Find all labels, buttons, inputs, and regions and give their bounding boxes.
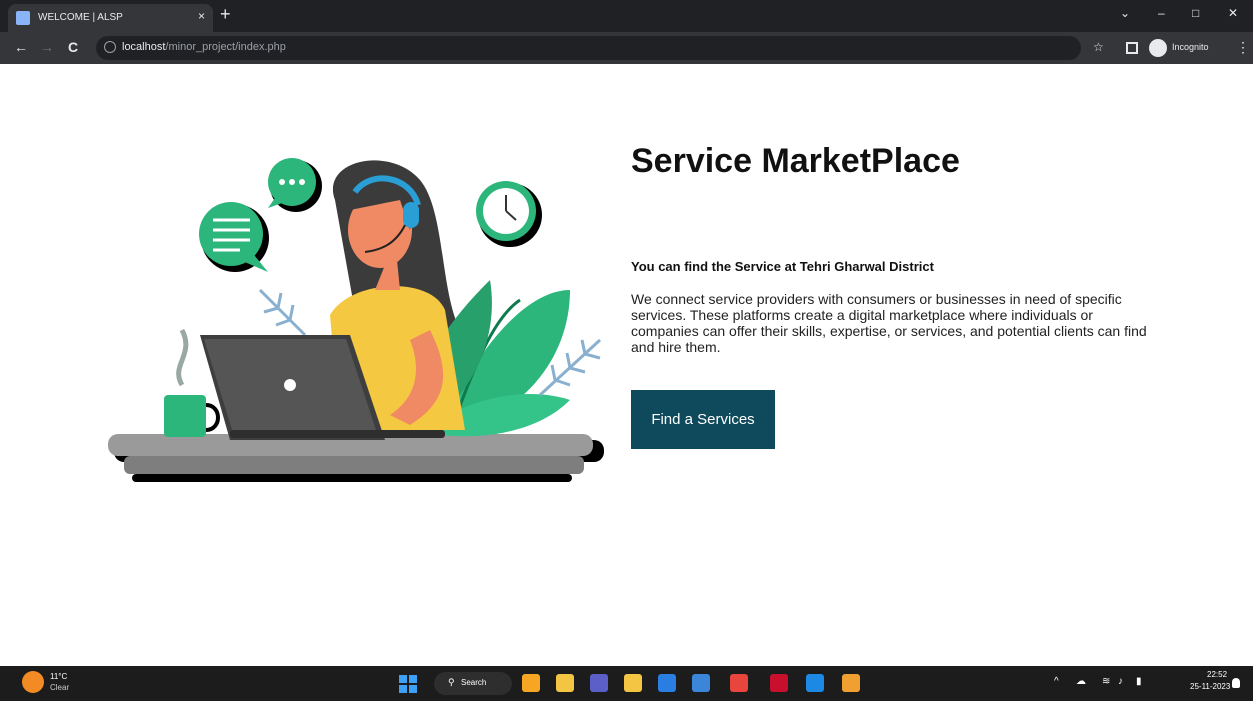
desk-base bbox=[132, 474, 572, 482]
back-button[interactable]: ← bbox=[14, 39, 28, 55]
hero-subtitle: You can find the Service at Tehri Gharwa… bbox=[631, 259, 934, 274]
taskbar-search[interactable]: ⚲ Search bbox=[434, 672, 512, 695]
browser-toolbar: ← → C localhost/minor_project/index.php … bbox=[0, 32, 1253, 64]
weather-condition: Clear bbox=[50, 683, 70, 692]
browser-tab-bar: WELCOME | ALSP × + ⌄ – □ ✕ bbox=[0, 0, 1253, 32]
side-panel-icon[interactable] bbox=[1126, 42, 1138, 54]
os-taskbar: 11°C Clear ⚲ Search ^ ☁ ≋ ♪ ▮ 22:52 25-1… bbox=[0, 666, 1253, 701]
browser-tab[interactable]: WELCOME | ALSP × bbox=[8, 4, 213, 32]
steam bbox=[176, 328, 189, 387]
hero-description: We connect service providers with consum… bbox=[631, 291, 1147, 355]
mug-handle bbox=[205, 403, 220, 432]
battery-icon[interactable]: ▮ bbox=[1136, 676, 1142, 687]
maximize-button[interactable]: □ bbox=[1192, 6, 1199, 20]
edge-icon[interactable] bbox=[806, 674, 824, 692]
onedrive-icon[interactable]: ☁ bbox=[1076, 676, 1086, 687]
store-icon[interactable] bbox=[692, 674, 710, 692]
profile-label: Incognito bbox=[1172, 42, 1209, 52]
headset-ear bbox=[403, 202, 419, 228]
url-path: /minor_project/index.php bbox=[165, 41, 286, 53]
laptop-base bbox=[230, 430, 445, 438]
hero-illustration bbox=[108, 158, 604, 482]
mcafee-icon[interactable] bbox=[770, 674, 788, 692]
chrome-icon[interactable] bbox=[730, 674, 748, 692]
minimize-button[interactable]: – bbox=[1158, 6, 1165, 20]
new-tab-button[interactable]: + bbox=[220, 4, 231, 25]
page-title: Service MarketPlace bbox=[631, 142, 960, 180]
url-host: localhost bbox=[122, 41, 166, 53]
search-icon: ⚲ bbox=[448, 677, 455, 687]
windows-start-icon[interactable] bbox=[399, 675, 417, 693]
teams-icon[interactable] bbox=[590, 674, 608, 692]
laptop-logo bbox=[284, 379, 296, 391]
bookmark-star-icon[interactable]: ☆ bbox=[1093, 40, 1104, 54]
browser-menu-icon[interactable]: ⋮ bbox=[1236, 39, 1250, 56]
reload-button[interactable]: C bbox=[68, 39, 78, 55]
mug bbox=[164, 395, 206, 437]
notification-bell-icon[interactable] bbox=[1232, 678, 1240, 688]
address-bar[interactable]: localhost/minor_project/index.php bbox=[96, 36, 1081, 60]
close-tab-icon[interactable]: × bbox=[198, 9, 205, 23]
volume-icon[interactable]: ♪ bbox=[1118, 676, 1123, 687]
site-info-icon[interactable] bbox=[104, 41, 116, 53]
file-explorer-icon[interactable] bbox=[556, 674, 574, 692]
incognito-icon[interactable] bbox=[1149, 39, 1167, 57]
url-text: localhost/minor_project/index.php bbox=[122, 41, 286, 53]
desk-lower bbox=[124, 456, 584, 474]
tab-search-icon[interactable]: ⌄ bbox=[1120, 6, 1130, 20]
vscode-icon[interactable] bbox=[658, 674, 676, 692]
taskbar-date[interactable]: 25-11-2023 bbox=[1190, 682, 1230, 691]
search-label: Search bbox=[461, 678, 487, 687]
favicon-icon bbox=[16, 11, 30, 25]
folder-icon[interactable] bbox=[624, 674, 642, 692]
tab-title: WELCOME | ALSP bbox=[38, 12, 123, 23]
weather-temperature: 11°C bbox=[50, 672, 68, 681]
find-services-button[interactable]: Find a Services bbox=[631, 390, 775, 449]
weather-icon[interactable] bbox=[22, 671, 44, 693]
wifi-icon[interactable]: ≋ bbox=[1102, 676, 1110, 687]
forward-button[interactable]: → bbox=[40, 39, 54, 55]
taskbar-time[interactable]: 22:52 bbox=[1207, 670, 1227, 679]
close-window-button[interactable]: ✕ bbox=[1228, 6, 1238, 20]
tray-chevron-icon[interactable]: ^ bbox=[1054, 676, 1059, 687]
fern-left bbox=[258, 288, 307, 337]
copilot-icon[interactable] bbox=[522, 674, 540, 692]
app-icon[interactable] bbox=[842, 674, 860, 692]
